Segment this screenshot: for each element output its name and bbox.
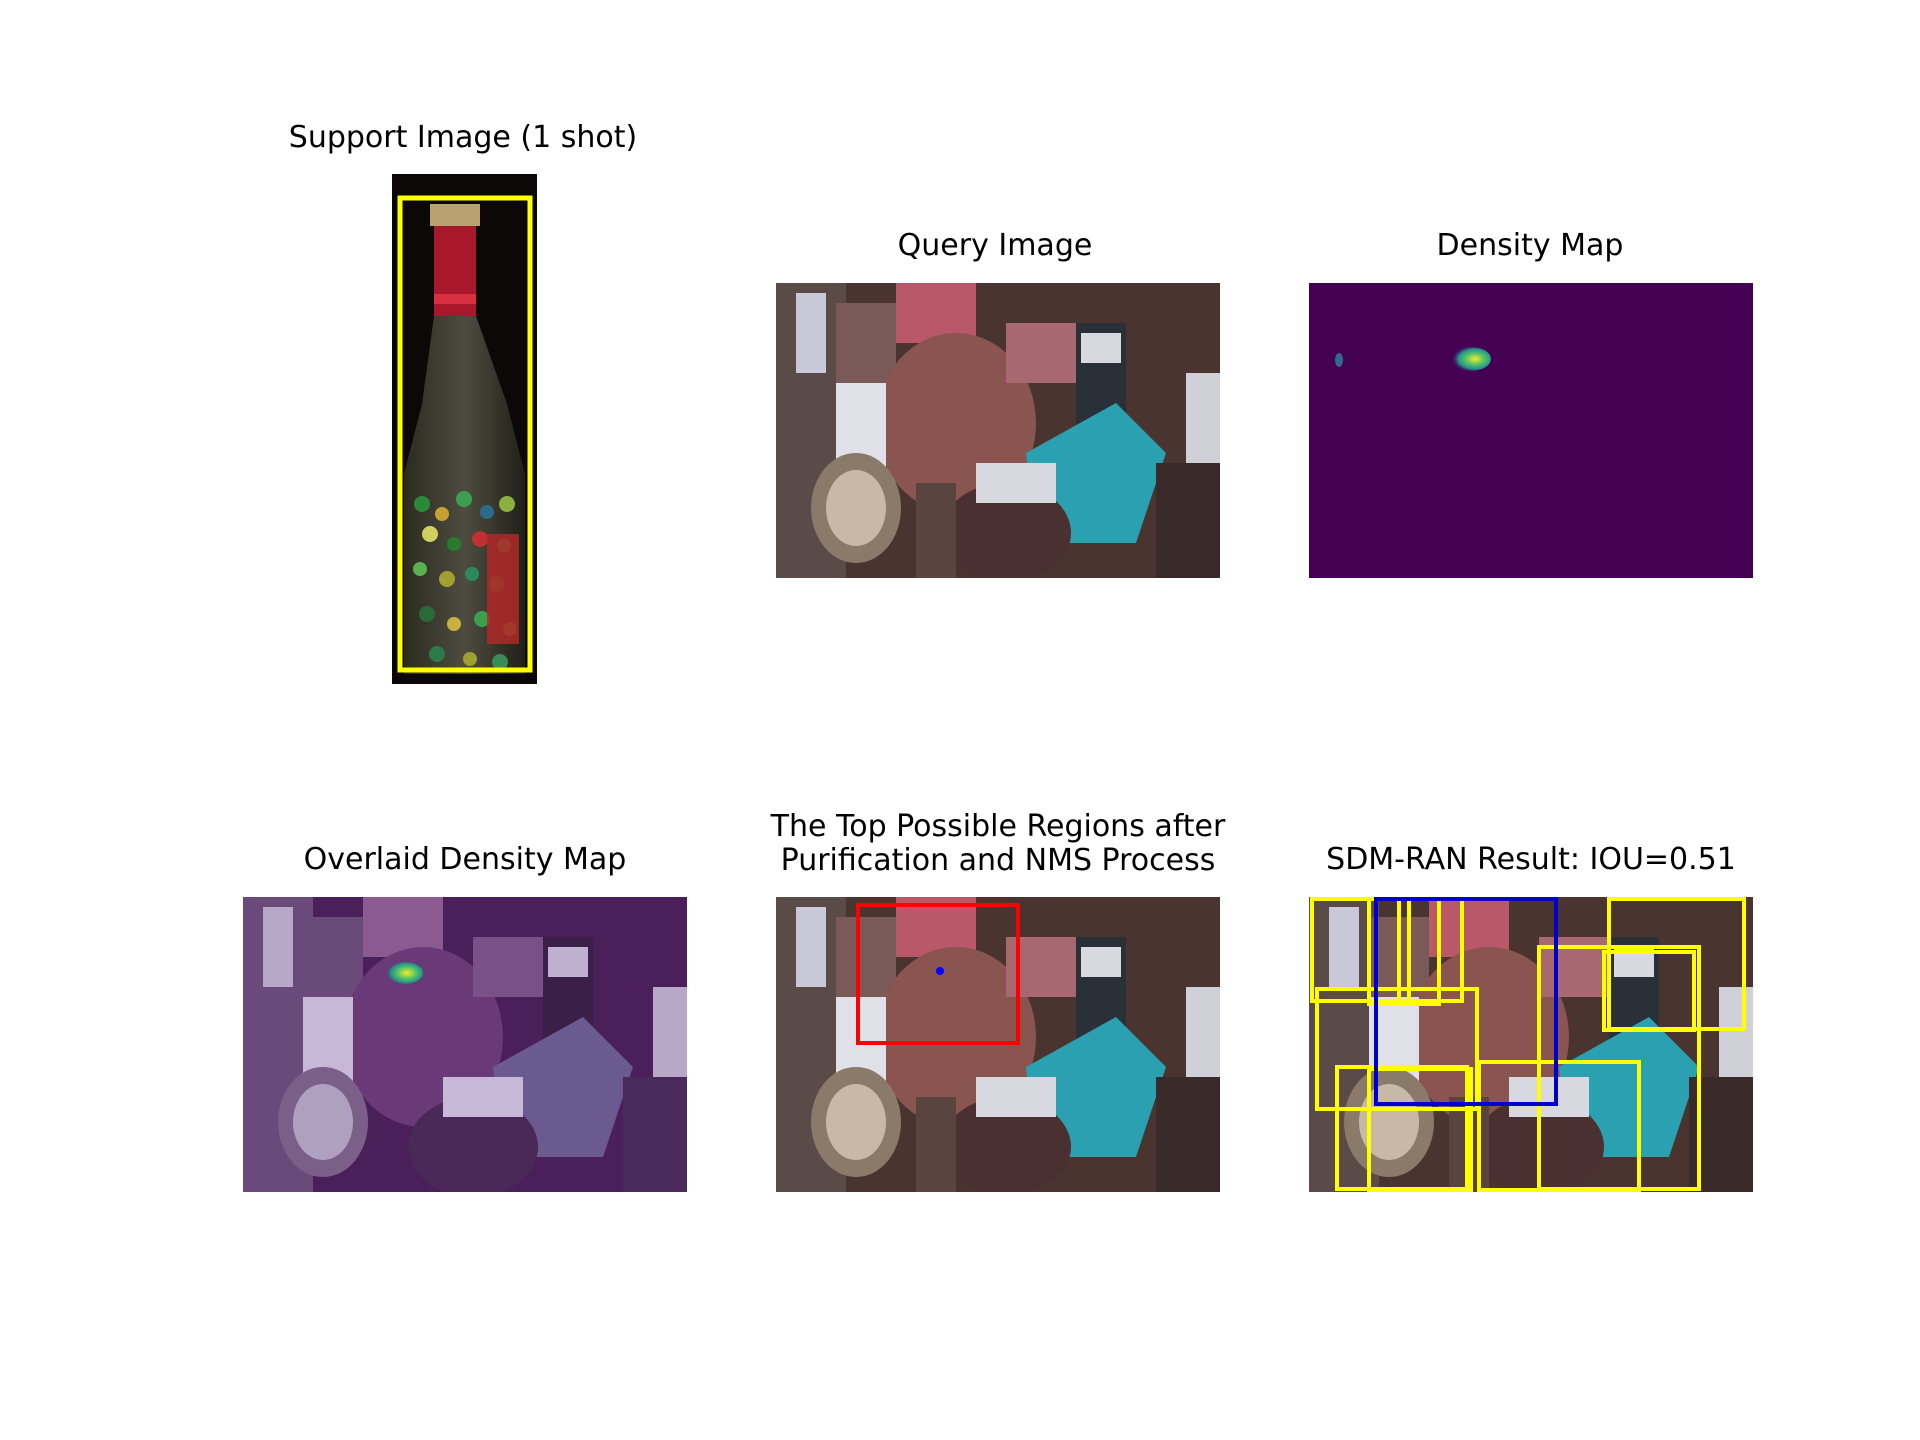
support-image [392, 174, 537, 684]
top-regions-image [776, 897, 1220, 1192]
regions-title-line2: Purification and NMS Process [780, 843, 1216, 878]
result-title: SDM-RAN Result: IOU=0.51 [1326, 842, 1736, 877]
support-image-title: Support Image (1 shot) [288, 120, 638, 155]
result-image [1309, 897, 1753, 1192]
overlaid-density-map [243, 897, 687, 1192]
overlaid-density-map-title: Overlaid Density Map [303, 842, 627, 877]
density-map [1309, 283, 1753, 578]
query-image [776, 283, 1220, 578]
regions-title: The Top Possible Regions after Purificat… [748, 810, 1248, 878]
query-image-title: Query Image [897, 228, 1093, 263]
density-map-title: Density Map [1436, 228, 1624, 263]
regions-title-line1: The Top Possible Regions after [770, 809, 1226, 844]
